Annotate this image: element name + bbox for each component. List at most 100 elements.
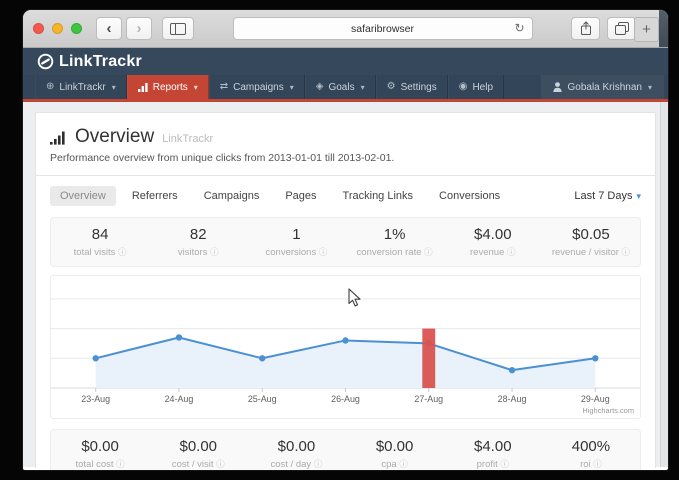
page-heading: Overview LinkTrackr xyxy=(50,126,641,148)
tab-campaigns[interactable]: Campaigns xyxy=(194,186,270,206)
stat-label: cost / day ⓘ xyxy=(247,458,345,470)
zoom-window-button[interactable] xyxy=(71,23,82,34)
stat-value: 1% xyxy=(346,226,444,243)
forward-button[interactable]: › xyxy=(126,17,152,40)
info-icon[interactable]: ⓘ xyxy=(424,247,433,257)
share-button[interactable] xyxy=(571,17,600,40)
page-title-suffix: LinkTrackr xyxy=(162,133,213,145)
stat-label: roi ⓘ xyxy=(542,458,640,470)
stat-roi: 400% roi ⓘ xyxy=(542,438,640,470)
sidebar-icon xyxy=(170,23,186,35)
stat-total-cost: $0.00total cost ⓘ xyxy=(51,438,149,470)
show-tabs-button[interactable] xyxy=(607,17,636,40)
nav-item-campaigns[interactable]: ⇄Campaigns▾ xyxy=(209,75,305,99)
nav-item-label: Settings xyxy=(401,82,437,93)
address-bar-text: safaribrowser xyxy=(351,23,414,35)
chart-point xyxy=(259,355,265,361)
info-icon[interactable]: ⓘ xyxy=(118,247,127,257)
stats-bars-icon xyxy=(50,130,67,145)
stat-value: $0.00 xyxy=(51,438,149,455)
stat-value: 400% xyxy=(542,438,640,455)
info-icon[interactable]: ⓘ xyxy=(216,459,225,469)
info-icon[interactable]: ⓘ xyxy=(500,459,509,469)
tabs-overview-icon xyxy=(615,22,629,35)
stat-conversion-rate: 1% conversion rate ⓘ xyxy=(346,226,444,258)
overview-chart: 23-Aug24-Aug25-Aug26-Aug27-Aug28-Aug29-A… xyxy=(50,275,641,419)
stat-label-text: roi xyxy=(580,459,593,470)
stat-label-text: revenue xyxy=(470,247,507,258)
history-buttons: ‹ › xyxy=(96,17,152,40)
nav-item-goals[interactable]: ◈Goals▾ xyxy=(305,75,376,99)
tab-tracking-links[interactable]: Tracking Links xyxy=(333,186,424,206)
chevron-down-icon: ▾ xyxy=(648,83,652,92)
tab-overview[interactable]: Overview xyxy=(50,186,116,206)
site-header: LinkTrackr xyxy=(23,48,668,75)
help-icon: ◉ xyxy=(459,82,468,92)
stat-value: $0.00 xyxy=(247,438,345,455)
stat-label: total visits ⓘ xyxy=(51,246,149,258)
report-tabs: Overview Referrers CampaignsPages Tracking … xyxy=(50,185,641,207)
close-window-button[interactable] xyxy=(33,23,44,34)
mouse-cursor xyxy=(348,288,361,307)
axis-label: 28-Aug xyxy=(498,394,527,404)
info-icon[interactable]: ⓘ xyxy=(210,247,219,257)
stat-revenue: $4.00revenue ⓘ xyxy=(444,226,542,258)
new-tab-button[interactable]: + xyxy=(634,17,659,42)
user-menu[interactable]: Gobala Krishnan▾ xyxy=(541,75,664,99)
nav-item-help[interactable]: ◉ Help xyxy=(448,75,504,99)
info-icon[interactable]: ⓘ xyxy=(319,247,328,257)
chart-credit[interactable]: Highcharts.com xyxy=(582,406,634,415)
stat-label-text: cost / visit xyxy=(172,459,216,470)
tab-referrers[interactable]: Referrers xyxy=(122,186,188,206)
chart-area-fill xyxy=(96,337,596,388)
info-icon[interactable]: ⓘ xyxy=(314,459,323,469)
minimize-window-button[interactable] xyxy=(52,23,63,34)
date-range-label: Last 7 Days xyxy=(574,190,632,202)
info-icon[interactable]: ⓘ xyxy=(593,459,602,469)
linktrackr-logo-icon xyxy=(37,53,54,70)
info-icon[interactable]: ⓘ xyxy=(622,247,631,257)
sidebar-toggle-button[interactable] xyxy=(162,17,194,40)
stat-value: 84 xyxy=(51,226,149,243)
stat-label-text: conversions xyxy=(266,247,319,258)
site-logo[interactable]: LinkTrackr xyxy=(37,53,142,71)
share-icon xyxy=(580,21,592,36)
stat-revenue-visitor: $0.05revenue / visitor ⓘ xyxy=(542,226,640,258)
stat-profit: $4.00profit ⓘ xyxy=(444,438,542,470)
info-icon[interactable]: ⓘ xyxy=(507,247,516,257)
chart-point xyxy=(592,355,598,361)
chart-svg: 23-Aug24-Aug25-Aug26-Aug27-Aug28-Aug29-A… xyxy=(51,276,640,418)
address-bar[interactable]: safaribrowser ↻ xyxy=(233,17,533,40)
window-edge xyxy=(659,10,668,47)
tab-conversions[interactable]: Conversions xyxy=(429,186,510,206)
shuffle-icon: ⇄ xyxy=(220,82,228,92)
browser-toolbar: ‹ › safaribrowser ↻ xyxy=(23,10,668,48)
stat-value: $0.00 xyxy=(346,438,444,455)
date-range-selector[interactable]: Last 7 Days ▾ xyxy=(574,190,641,202)
stat-total-visits: 84 total visits ⓘ xyxy=(51,226,149,258)
page-subtitle: Performance overview from unique clicks … xyxy=(50,152,641,164)
nav-item-linktrackr[interactable]: ⊕LinkTrackr▾ xyxy=(35,75,127,99)
nav-item-label: Help xyxy=(472,82,493,93)
reload-icon[interactable]: ↻ xyxy=(514,21,524,35)
nav-item-reports[interactable]: Reports▾ xyxy=(127,75,209,99)
stat-label: conversion rate ⓘ xyxy=(346,246,444,258)
stat-value: 82 xyxy=(149,226,247,243)
info-icon[interactable]: ⓘ xyxy=(116,459,125,469)
axis-label: 29-Aug xyxy=(581,394,610,404)
nav-item-settings[interactable]: ⚙Settings xyxy=(376,75,448,99)
stat-label-text: visitors xyxy=(178,247,210,258)
stat-label-text: total visits xyxy=(74,247,118,258)
stat-label: visitors ⓘ xyxy=(149,246,247,258)
info-icon[interactable]: ⓘ xyxy=(399,459,408,469)
chart-point xyxy=(342,337,348,343)
nav-item-label: Reports xyxy=(153,82,188,93)
nav-item-label: LinkTrackr xyxy=(59,82,105,93)
back-button[interactable]: ‹ xyxy=(96,17,122,40)
page-scrollbar[interactable] xyxy=(660,102,668,467)
chevron-down-icon: ▾ xyxy=(290,83,294,92)
tab-pages[interactable]: Pages xyxy=(275,186,326,206)
screenshot-canvas: ‹ › safaribrowser ↻ xyxy=(0,0,679,480)
globe-icon: ⊕ xyxy=(46,82,54,92)
stat-visitors: 82 visitors ⓘ xyxy=(149,226,247,258)
